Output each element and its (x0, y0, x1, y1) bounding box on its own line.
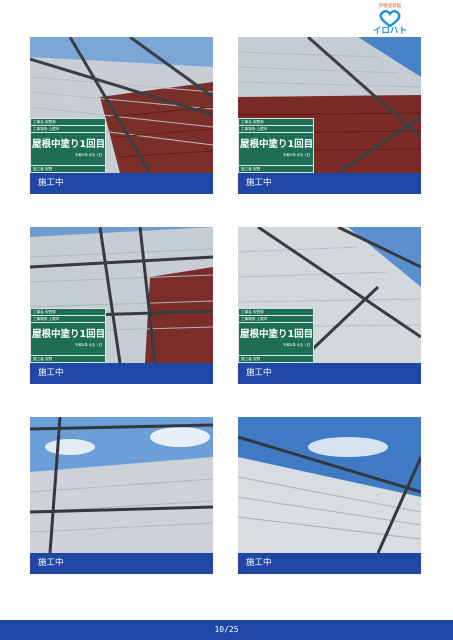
photo-caption: 施工中 (30, 363, 213, 384)
board-title: 屋根中塗り1回目 (32, 329, 106, 340)
photo-caption: 施工中 (238, 363, 421, 384)
board-project-name: 工事名:安野邸 (31, 309, 105, 316)
board-project-name: 工事名:安野邸 (31, 119, 105, 126)
photo-caption: 施工中 (238, 553, 421, 574)
board-contractor: 施工者:安野 (239, 355, 313, 362)
photo-caption: 施工中 (238, 173, 421, 194)
photo-card-5: 施工中 (30, 417, 213, 574)
board-title: 屋根中塗り1回目 (32, 139, 106, 150)
board-location: 工事場所:上尾市 (239, 316, 313, 323)
board-contractor: 施工者:安野 (31, 355, 105, 362)
page-footer: 10/25 (0, 620, 453, 640)
heart-logo-icon (379, 10, 401, 27)
site-signboard: 工事名:安野邸 工事場所:上尾市 屋根中塗り1回目 令和5年 8月 1日 施工者… (238, 118, 314, 173)
board-contractor: 施工者:安野 (31, 165, 105, 172)
photo-roof-5 (30, 417, 213, 553)
photo-roof-1: 工事名:安野邸 工事場所:上尾市 屋根中塗り1回目 令和5年 8月 1日 施工者… (30, 37, 213, 173)
site-signboard: 工事名:安野邸 工事場所:上尾市 屋根中塗り1回目 令和5年 8月 1日 施工者… (238, 308, 314, 363)
board-title: 屋根中塗り1回目 (240, 329, 314, 340)
photo-caption: 施工中 (30, 173, 213, 194)
board-project-name: 工事名:安野邸 (239, 119, 313, 126)
photo-card-1: 工事名:安野邸 工事場所:上尾市 屋根中塗り1回目 令和5年 8月 1日 施工者… (30, 37, 213, 194)
photo-roof-2: 工事名:安野邸 工事場所:上尾市 屋根中塗り1回目 令和5年 8月 1日 施工者… (238, 37, 421, 173)
photo-caption: 施工中 (30, 553, 213, 574)
photo-roof-6 (238, 417, 421, 553)
site-signboard: 工事名:安野邸 工事場所:上尾市 屋根中塗り1回目 令和5年 8月 1日 施工者… (30, 118, 106, 173)
photo-card-4: 工事名:安野邸 工事場所:上尾市 屋根中塗り1回目 令和5年 8月 1日 施工者… (238, 227, 421, 384)
photo-card-3: 工事名:安野邸 工事場所:上尾市 屋根中塗り1回目 令和5年 8月 1日 施工者… (30, 227, 213, 384)
photo-roof-3: 工事名:安野邸 工事場所:上尾市 屋根中塗り1回目 令和5年 8月 1日 施工者… (30, 227, 213, 363)
logo-name: イロハト (372, 26, 408, 36)
board-title: 屋根中塗り1回目 (240, 139, 314, 150)
logo-tagline: 外壁塗装館 (378, 4, 402, 9)
board-location: 工事場所:上尾市 (31, 316, 105, 323)
board-date: 令和5年 8月 1日 (74, 153, 102, 157)
board-date: 令和5年 8月 1日 (74, 343, 102, 347)
photo-roof-4: 工事名:安野邸 工事場所:上尾市 屋根中塗り1回目 令和5年 8月 1日 施工者… (238, 227, 421, 363)
board-location: 工事場所:上尾市 (31, 126, 105, 133)
site-signboard: 工事名:安野邸 工事場所:上尾市 屋根中塗り1回目 令和5年 8月 1日 施工者… (30, 308, 106, 363)
board-date: 令和5年 8月 1日 (282, 343, 310, 347)
board-date: 令和5年 8月 1日 (282, 153, 310, 157)
photo-card-6: 施工中 (238, 417, 421, 574)
page-number: 10/25 (214, 625, 239, 634)
board-contractor: 施工者:安野 (239, 165, 313, 172)
photo-card-2: 工事名:安野邸 工事場所:上尾市 屋根中塗り1回目 令和5年 8月 1日 施工者… (238, 37, 421, 194)
company-logo: 外壁塗装館 イロハト (370, 4, 410, 40)
board-project-name: 工事名:安野邸 (239, 309, 313, 316)
board-location: 工事場所:上尾市 (239, 126, 313, 133)
